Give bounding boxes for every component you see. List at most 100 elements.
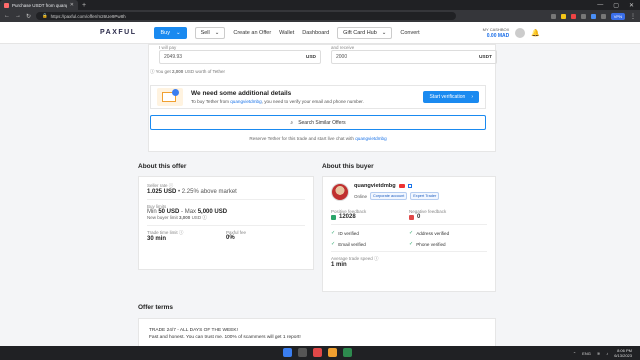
expert-trader-badge: Expert Trader [410, 192, 440, 200]
trade-time-value: 30 min [147, 236, 167, 242]
sell-button[interactable]: Sell ⌄ [194, 26, 226, 39]
terms-line-2: Fast and honest. You can trust me. 100% … [149, 335, 301, 340]
receive-input[interactable]: 2000 USDT [331, 50, 497, 64]
online-status: Online [354, 193, 368, 199]
close-window-icon[interactable]: ✕ [629, 2, 634, 9]
receive-unit: USDT [478, 54, 492, 60]
seller-rate-extra: • 2.25% above market [178, 189, 237, 195]
maximize-icon[interactable]: ▢ [613, 2, 619, 9]
nav-wallet[interactable]: Wallet [279, 30, 294, 36]
offer-terms-title: Offer terms [138, 304, 174, 311]
offer-terms-card: TRADE 24/7 - ALL DAYS OF THE WEEK! Fast … [138, 318, 496, 348]
windows-start-icon[interactable] [283, 348, 292, 357]
positive-feedback[interactable]: Positive feedback 12028 [331, 209, 409, 220]
divider [331, 224, 487, 225]
extension-icon[interactable] [590, 13, 596, 19]
url-field[interactable]: 🔒 https://paxful.com/offer/m26Ue9Pw8h [36, 12, 457, 20]
address-verified: ✓ Address verified [409, 230, 450, 236]
check-icon: ✓ [409, 230, 414, 236]
taskbar: ⌃ ENG ≋ ♪ 8:06 PM 6/13/2023 [0, 346, 640, 360]
reload-icon[interactable]: ↻ [26, 13, 31, 20]
extension-icon[interactable] [570, 13, 576, 19]
id-verified: ✓ ID verified [331, 230, 359, 236]
pay-value: 2049.93 [164, 54, 183, 60]
chevron-right-icon: › [471, 94, 473, 100]
app-icon[interactable] [343, 348, 352, 357]
reserve-note: Reserve Tether for this trade and start … [150, 136, 486, 141]
close-tab-icon[interactable]: ✕ [70, 2, 74, 8]
balance[interactable]: MY CASHBOX 0.00 MAD [483, 27, 510, 39]
feedback-row: Positive feedback 12028 Negative feedbac… [331, 209, 487, 220]
paxful-logo[interactable]: PAXFUL [100, 29, 136, 36]
buyer-avatar[interactable] [331, 183, 349, 201]
extension-icon[interactable] [580, 13, 586, 19]
trade-time: Trade time limit ⓘ 30 min [147, 230, 226, 242]
you-get-suffix: USD worth of Tether [184, 69, 226, 74]
negative-value: 0 [409, 214, 487, 220]
gift-card-hub-button[interactable]: Gift Card Hub ⌄ [337, 26, 393, 39]
nav-convert[interactable]: Convert [400, 30, 419, 36]
address-bar: ← → ↻ 🔒 https://paxful.com/offer/m26Ue9P… [0, 10, 640, 22]
envelope-illustration-icon [157, 88, 183, 106]
nav-create-offer[interactable]: Create an Offer [233, 30, 271, 36]
extension-icon[interactable] [600, 13, 606, 19]
buyer-card: quangvietdmbg Online Corporate account E… [322, 176, 496, 292]
search-similar-label: Search Similar Offers [298, 119, 346, 126]
pay-input[interactable]: 2049.93 USD [159, 50, 321, 64]
vpn-badge[interactable]: VPN [610, 12, 625, 20]
search-similar-offers-button[interactable]: ⌕ Search Similar Offers [150, 115, 486, 130]
nav-dashboard[interactable]: Dashboard [302, 30, 329, 36]
extension-icon[interactable] [550, 13, 556, 19]
offer-bottom-row: Trade time limit ⓘ 30 min Paxful fee 0% [147, 230, 305, 242]
menu-icon[interactable]: ⋮ [630, 13, 636, 20]
chevron-down-icon: ⌄ [175, 29, 181, 36]
user-avatar[interactable] [515, 27, 526, 38]
volume-icon[interactable]: ♪ [606, 351, 608, 356]
browser-tab[interactable]: Purchase USDT from quangvietdmbg... ✕ [0, 0, 78, 10]
new-buyer-limit: New buyer limit 3,000 USD ⓘ [147, 215, 207, 220]
divider [147, 199, 305, 200]
wifi-icon[interactable]: ≋ [597, 351, 600, 356]
external-link-icon[interactable] [407, 184, 412, 188]
chevron-down-icon: ⌄ [214, 29, 220, 36]
chrome-icon[interactable] [328, 348, 337, 357]
clock[interactable]: 8:06 PM 6/13/2023 [614, 348, 632, 358]
buy-label: Buy [160, 29, 170, 36]
language-indicator[interactable]: ENG [582, 351, 591, 356]
extension-icon[interactable] [560, 13, 566, 19]
url-text: https://paxful.com/offer/m26Ue9Pw8h [50, 13, 126, 19]
header-right: MY CASHBOX 0.00 MAD 🔔 [483, 27, 540, 39]
search-icon[interactable] [298, 348, 307, 357]
check-icon: ✓ [331, 230, 336, 236]
negative-feedback[interactable]: Negative feedback 0 [409, 209, 487, 220]
youtube-icon[interactable] [398, 184, 405, 188]
chevron-down-icon: ⌄ [381, 29, 387, 36]
thumbs-down-icon [409, 214, 414, 220]
site-header: PAXFUL Buy ⌄ Sell ⌄ Create an Offer Wall… [0, 22, 640, 44]
new-tab-icon[interactable]: + [82, 2, 86, 9]
buyer-info: quangvietdmbg Online Corporate account E… [354, 183, 440, 200]
minimize-icon[interactable]: — [597, 2, 603, 9]
start-verification-button[interactable]: Start verification › [423, 91, 479, 103]
back-icon[interactable]: ← [4, 13, 10, 19]
app-icon[interactable] [313, 348, 322, 357]
bell-icon[interactable]: 🔔 [531, 29, 540, 37]
chevron-up-icon[interactable]: ⌃ [573, 351, 576, 356]
positive-value: 12028 [331, 214, 409, 220]
buy-button[interactable]: Buy ⌄ [154, 26, 187, 39]
about-offer-title: About this offer [138, 163, 187, 170]
buyer-name[interactable]: quangvietdmbg [354, 183, 439, 189]
buyer-badges: Online Corporate account Expert Trader [354, 192, 440, 200]
trade-fields: I will pay 2049.93 USD and receive 2000 … [159, 45, 497, 65]
verify-user-link[interactable]: quangvietdmbg [230, 99, 261, 104]
browser-tab-bar: Purchase USDT from quangvietdmbg... ✕ + … [0, 0, 640, 10]
seller-rate-value: 1.025 USD • 2.25% above market [147, 189, 237, 195]
search-icon: ⌕ [290, 119, 294, 126]
verification-banner: We need some additional details To buy T… [150, 85, 486, 109]
balance-value: 0.00 MAD [486, 32, 510, 39]
reserve-prefix: Reserve Tether for this trade and start … [249, 136, 354, 141]
info-icon: ⓘ [202, 215, 207, 220]
reserve-user-link[interactable]: quangvietdmbg [355, 136, 386, 141]
gift-card-label: Gift Card Hub [343, 29, 377, 36]
forward-icon[interactable]: → [15, 13, 21, 19]
